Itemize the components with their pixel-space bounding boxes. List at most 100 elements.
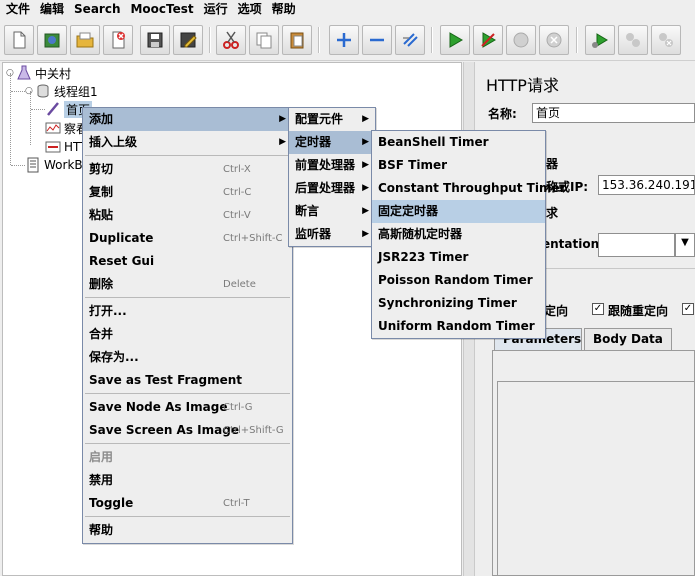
- menu-item-toggle[interactable]: Toggle Ctrl-T: [83, 492, 292, 515]
- menu-item-enable[interactable]: 启用: [83, 446, 292, 469]
- implementation-dropdown-button[interactable]: ▼: [675, 233, 695, 257]
- server-section-heading: 器: [546, 157, 559, 171]
- paste-icon: [290, 32, 304, 49]
- templates-button[interactable]: [37, 25, 67, 55]
- expand-toggle-icon[interactable]: ○: [25, 86, 35, 96]
- menu-file[interactable]: 文件: [0, 0, 34, 18]
- menu-item-reset-gui[interactable]: Reset Gui: [83, 250, 292, 273]
- submenu-arrow-icon: ▶: [362, 160, 369, 170]
- start-icon: [449, 32, 463, 48]
- follow-redirect-label: 跟随重定向: [608, 304, 669, 318]
- menu-item-merge[interactable]: 合并: [83, 323, 292, 346]
- remote-start-button[interactable]: [585, 25, 615, 55]
- paste-button[interactable]: [282, 25, 312, 55]
- menu-edit[interactable]: 编辑: [34, 0, 68, 18]
- menu-item-save-as-fragment[interactable]: Save as Test Fragment: [83, 369, 292, 392]
- workbench-icon: [25, 157, 41, 173]
- remote-shutdown-icon: [659, 33, 673, 47]
- menu-options[interactable]: 选项: [232, 0, 266, 18]
- start-no-pause-icon: [481, 32, 496, 48]
- menu-item-gaussian-random-timer[interactable]: 高斯随机定时器: [372, 223, 545, 246]
- toggle-button[interactable]: [395, 25, 425, 55]
- collapse-button[interactable]: [362, 25, 392, 55]
- submenu-arrow-icon: ▶: [362, 229, 369, 239]
- menu-item-config-element[interactable]: 配置元件 ▶: [289, 108, 375, 131]
- panel-title: HTTP请求: [486, 76, 559, 95]
- implementation-select[interactable]: [598, 233, 675, 257]
- stop-button[interactable]: [506, 25, 536, 55]
- menu-mooctest[interactable]: MoocTest: [124, 0, 197, 18]
- menu-item-help[interactable]: 帮助: [83, 519, 292, 542]
- toggle-icon: [403, 33, 418, 47]
- menu-item-beanshell-timer[interactable]: BeanShell Timer: [372, 131, 545, 154]
- add-submenu: 配置元件 ▶ 定时器 ▶ 前置处理器 ▶ 后置处理器 ▶ 断言 ▶ 监听器 ▶: [288, 107, 376, 247]
- menu-item-constant-throughput-timer[interactable]: Constant Throughput Timer: [372, 177, 566, 200]
- tab-content: [492, 350, 695, 576]
- tree-node-thread-group[interactable]: ○ 线程组1: [25, 82, 98, 100]
- expand-button[interactable]: [329, 25, 359, 55]
- menu-item-synchronizing-timer[interactable]: Synchronizing Timer: [372, 292, 545, 315]
- tab-body-data[interactable]: Body Data: [584, 328, 672, 350]
- menu-item-assertion[interactable]: 断言 ▶: [289, 200, 375, 223]
- menu-item-insert-parent[interactable]: 插入上级 ▶: [83, 131, 292, 154]
- save-as-button[interactable]: [173, 25, 203, 55]
- cut-button[interactable]: [216, 25, 246, 55]
- follow-redirect-checkbox[interactable]: ✓: [592, 303, 604, 315]
- http-request-section-heading: 求: [546, 206, 559, 220]
- menu-search[interactable]: Search: [68, 0, 124, 18]
- expand-toggle-icon[interactable]: ○: [6, 68, 16, 78]
- implementation-label: entation:: [542, 237, 604, 251]
- menu-item-save-node-image[interactable]: Save Node As Image Ctrl-G: [83, 396, 292, 419]
- server-ip-input[interactable]: 153.36.240.191: [598, 175, 695, 195]
- menu-item-post-processor[interactable]: 后置处理器 ▶: [289, 177, 375, 200]
- templates-icon: [44, 33, 60, 48]
- menu-item-disable[interactable]: 禁用: [83, 469, 292, 492]
- redirect-label: 定向: [544, 304, 569, 318]
- new-button[interactable]: [4, 25, 34, 55]
- sampler-icon: [45, 101, 61, 117]
- thread-group-icon: [35, 83, 51, 99]
- submenu-arrow-icon: ▶: [362, 183, 369, 193]
- menu-item-add[interactable]: 添加 ▶: [83, 108, 292, 131]
- menu-bar: 文件 编辑 Search MoocTest 运行 选项 帮助: [0, 0, 695, 18]
- open-button[interactable]: [70, 25, 100, 55]
- menu-item-open[interactable]: 打开...: [83, 300, 292, 323]
- name-input[interactable]: 首页: [532, 103, 695, 123]
- copy-button[interactable]: [249, 25, 279, 55]
- tree-node-root[interactable]: ○ 中关村: [6, 64, 71, 82]
- menu-item-jsr223-timer[interactable]: JSR223 Timer: [372, 246, 545, 269]
- menu-item-delete[interactable]: 删除 Delete: [83, 273, 292, 296]
- menu-item-listener[interactable]: 监听器 ▶: [289, 223, 375, 246]
- menu-item-save-screen-image[interactable]: Save Screen As Image Ctrl+Shift-G: [83, 419, 292, 442]
- menu-item-timer[interactable]: 定时器 ▶: [289, 131, 375, 154]
- test-plan-icon: [16, 65, 32, 81]
- keepalive-checkbox[interactable]: ✓: [682, 303, 694, 315]
- menu-item-uniform-random-timer[interactable]: Uniform Random Timer: [372, 315, 545, 338]
- shutdown-button[interactable]: [539, 25, 569, 55]
- close-button[interactable]: [103, 25, 133, 55]
- menu-item-paste[interactable]: 粘贴 Ctrl-V: [83, 204, 292, 227]
- parameters-table[interactable]: [497, 381, 695, 576]
- menu-item-bsf-timer[interactable]: BSF Timer: [372, 154, 545, 177]
- menu-item-constant-timer[interactable]: 固定定时器: [372, 200, 545, 223]
- collapse-icon: [370, 38, 384, 42]
- remote-stop-icon: [626, 33, 640, 47]
- open-icon: [76, 32, 94, 48]
- expand-icon: [337, 33, 351, 47]
- start-button[interactable]: [440, 25, 470, 55]
- menu-item-duplicate[interactable]: Duplicate Ctrl+Shift-C: [83, 227, 292, 250]
- menu-item-poisson-random-timer[interactable]: Poisson Random Timer: [372, 269, 545, 292]
- toolbar: [0, 19, 695, 61]
- remote-stop-button[interactable]: [618, 25, 648, 55]
- menu-item-pre-processor[interactable]: 前置处理器 ▶: [289, 154, 375, 177]
- menu-item-copy[interactable]: 复制 Ctrl-C: [83, 181, 292, 204]
- tree-node-root-label: 中关村: [35, 66, 72, 81]
- remote-shutdown-button[interactable]: [651, 25, 681, 55]
- menu-item-save-as[interactable]: 保存为...: [83, 346, 292, 369]
- save-button[interactable]: [140, 25, 170, 55]
- tree-node-workbench[interactable]: WorkBe: [25, 156, 90, 174]
- menu-help[interactable]: 帮助: [266, 0, 300, 18]
- start-no-pause-button[interactable]: [473, 25, 503, 55]
- menu-run[interactable]: 运行: [198, 0, 232, 18]
- menu-item-cut[interactable]: 剪切 Ctrl-X: [83, 158, 292, 181]
